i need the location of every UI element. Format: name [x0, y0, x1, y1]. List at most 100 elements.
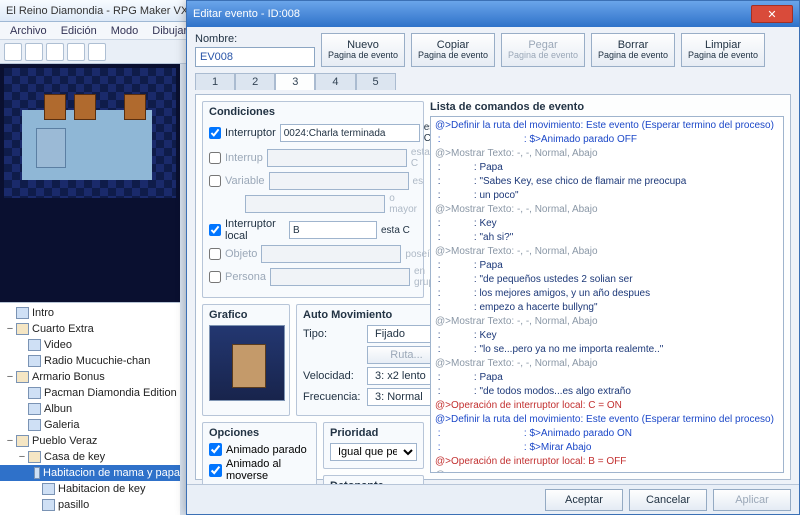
name-label: Nombre:	[195, 33, 315, 45]
tree-item[interactable]: Habitacion de key	[0, 481, 180, 497]
expand-icon[interactable]: −	[4, 323, 16, 335]
command-line[interactable]: : : "lo se...pero ya no me importa reale…	[435, 343, 779, 357]
command-line[interactable]: : : $>Animado parado OFF	[435, 133, 779, 147]
tree-item[interactable]: Habitacion de mama y papa	[0, 465, 180, 481]
command-line[interactable]: : : $>Mirar Abajo	[435, 441, 779, 455]
page-tab[interactable]: 2	[235, 73, 275, 90]
close-icon[interactable]: ✕	[751, 5, 793, 23]
page-tab[interactable]: 3	[275, 73, 315, 90]
command-list[interactable]: @>Definir la ruta del movimiento: Este e…	[430, 116, 784, 473]
tree-item[interactable]: Albun	[0, 401, 180, 417]
command-line[interactable]: : : Key	[435, 329, 779, 343]
condition-checkbox[interactable]	[209, 248, 221, 260]
command-line[interactable]: : : "de todos modos...es algo extraño	[435, 385, 779, 399]
command-line[interactable]: : : Papa	[435, 371, 779, 385]
command-line[interactable]: @>Mostrar Texto: -, -, Normal, Abajo	[435, 315, 779, 329]
tree-label: Habitacion de mama y papa	[43, 467, 180, 479]
tree-item[interactable]: Pacman Diamondia Edition	[0, 385, 180, 401]
condition-field[interactable]	[280, 124, 420, 142]
cancel-button[interactable]: Cancelar	[629, 489, 707, 511]
tree-item[interactable]: −Cuarto Extra	[0, 321, 180, 337]
automove-title: Auto Movimiento	[303, 309, 446, 321]
command-line[interactable]: : : "de pequeños ustedes 2 solian ser	[435, 273, 779, 287]
tree-label: Pueblo Veraz	[32, 435, 97, 447]
page-action-button[interactable]: LimpiarPagina de evento	[681, 33, 765, 67]
tree-item[interactable]: − Pueblo Veraz	[0, 433, 180, 449]
command-line[interactable]: @>Mostrar Texto: -, -, Normal, Abajo	[435, 357, 779, 371]
tree-item[interactable]: − Casa de key	[0, 449, 180, 465]
command-line[interactable]: @>Mostrar Texto: -, -, Normal, Abajo	[435, 203, 779, 217]
expand-icon[interactable]: −	[4, 371, 16, 383]
option-checkbox[interactable]	[209, 464, 222, 477]
apply-button[interactable]: Aplicar	[713, 489, 791, 511]
command-line[interactable]: : : empezo a hacerte bullyng"	[435, 301, 779, 315]
page-tab[interactable]: 4	[315, 73, 355, 90]
command-line[interactable]: @>Definir la ruta del movimiento: Este e…	[435, 413, 779, 427]
command-line[interactable]: : : un poco"	[435, 189, 779, 203]
command-line[interactable]: @>Definir la ruta del movimiento: Este e…	[435, 119, 779, 133]
expand-icon[interactable]: −	[4, 435, 16, 447]
tree-item[interactable]: Radio Mucuchie-chan	[0, 353, 180, 369]
event-name-input[interactable]	[195, 47, 315, 67]
map-icon	[28, 419, 41, 431]
tree-item[interactable]: Galeria	[0, 417, 180, 433]
priority-title: Prioridad	[330, 427, 417, 439]
map-icon	[42, 499, 55, 511]
map-tree[interactable]: Intro−Cuarto ExtraVideoRadio Mucuchie-ch…	[0, 302, 180, 515]
tree-item[interactable]: Intro	[0, 305, 180, 321]
ok-button[interactable]: Aceptar	[545, 489, 623, 511]
trigger-group: Detonante Boton de accion	[323, 475, 424, 485]
condition-checkbox[interactable]	[209, 175, 221, 187]
page-action-button[interactable]: BorrarPagina de evento	[591, 33, 675, 67]
toolbar-button[interactable]	[46, 43, 64, 61]
tree-label: Habitacion de key	[58, 483, 145, 495]
tree-label: Armario Bonus	[32, 371, 105, 383]
command-line[interactable]: : : los mejores amigos, y un año despues	[435, 287, 779, 301]
expand-icon[interactable]: −	[16, 451, 28, 463]
condition-label: Objeto	[225, 248, 257, 260]
condition-checkbox[interactable]	[209, 224, 221, 236]
map-preview[interactable]	[4, 68, 176, 198]
command-line[interactable]: : : $>Animado parado ON	[435, 427, 779, 441]
command-line[interactable]: : : "ah si?"	[435, 231, 779, 245]
command-line[interactable]: : : Papa	[435, 161, 779, 175]
command-line[interactable]: @>Operación de interruptor local: B = OF…	[435, 455, 779, 469]
condition-field	[261, 245, 401, 263]
condition-field	[245, 195, 385, 213]
toolbar-button[interactable]	[88, 43, 106, 61]
command-line[interactable]: @>Operación de interruptor local: C = ON	[435, 399, 779, 413]
condition-select[interactable]: B	[289, 221, 377, 239]
page-action-button[interactable]: NuevoPagina de evento	[321, 33, 405, 67]
tree-item[interactable]: − Armario Bonus	[0, 369, 180, 385]
speed-label: Velocidad:	[303, 370, 363, 382]
condition-checkbox[interactable]	[209, 152, 221, 164]
toolbar-button[interactable]	[25, 43, 43, 61]
command-line[interactable]: : : Key	[435, 217, 779, 231]
toolbar-button[interactable]	[67, 43, 85, 61]
page-action-button[interactable]: CopiarPagina de evento	[411, 33, 495, 67]
dialog-titlebar[interactable]: Editar evento - ID:008 ✕	[187, 1, 799, 27]
condition-checkbox[interactable]	[209, 271, 221, 283]
folder-icon	[16, 435, 29, 447]
command-line[interactable]: : : Papa	[435, 259, 779, 273]
page-tab[interactable]: 5	[356, 73, 396, 90]
tree-item[interactable]: Video	[0, 337, 180, 353]
condition-suffix: esta C	[411, 147, 430, 169]
tree-label: Casa de key	[44, 451, 105, 463]
options-group: Opciones Animado paradoAnimado al movers…	[202, 422, 317, 484]
command-line[interactable]: : : "Sabes Key, ese chico de flamair me …	[435, 175, 779, 189]
tree-item[interactable]: pasillo	[0, 497, 180, 513]
page-tab[interactable]: 1	[195, 73, 235, 90]
option-checkbox[interactable]	[209, 443, 222, 456]
menu-item[interactable]: Modo	[105, 24, 145, 38]
command-line[interactable]: @>Mostrar Texto: -, -, Normal, Abajo	[435, 245, 779, 259]
command-line[interactable]: @>	[435, 469, 779, 473]
priority-select[interactable]: Igual que personaje	[330, 443, 417, 461]
menu-item[interactable]: Edición	[55, 24, 103, 38]
folder-icon	[16, 371, 29, 383]
event-sprite[interactable]	[209, 325, 285, 401]
condition-checkbox[interactable]	[209, 127, 221, 139]
toolbar-button[interactable]	[4, 43, 22, 61]
menu-item[interactable]: Archivo	[4, 24, 53, 38]
command-line[interactable]: @>Mostrar Texto: -, -, Normal, Abajo	[435, 147, 779, 161]
